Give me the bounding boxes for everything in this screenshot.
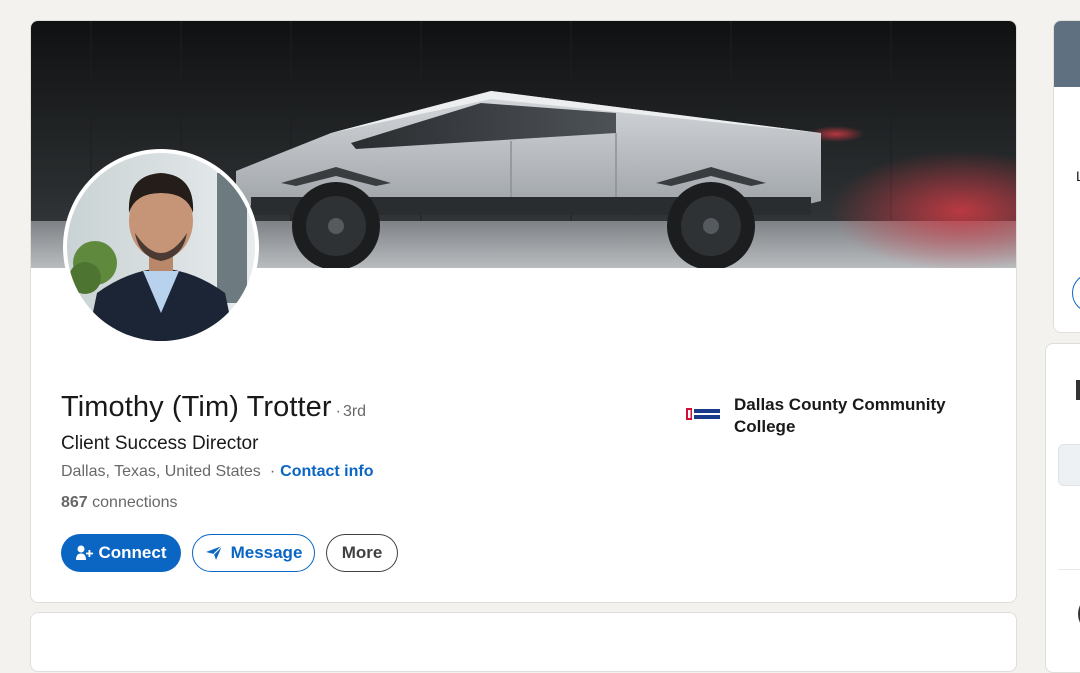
side-card-thumbnail[interactable] xyxy=(1058,444,1080,486)
profile-name: Timothy (Tim) Trotter xyxy=(61,391,332,423)
side-card-bottom xyxy=(1045,343,1080,673)
side-card-text: L xyxy=(1076,168,1080,184)
profile-actions: Connect Message More xyxy=(61,534,398,572)
location-separator: · xyxy=(269,463,276,480)
next-section-card xyxy=(30,612,1017,672)
side-card-top: L xyxy=(1053,20,1080,333)
side-card-heading xyxy=(1076,380,1080,400)
profile-location: Dallas, Texas, United States xyxy=(61,463,261,480)
college-logo xyxy=(686,408,720,420)
contact-info-link[interactable]: Contact info xyxy=(280,463,373,481)
connections-link[interactable]: 867 connections xyxy=(61,494,178,512)
side-card-divider xyxy=(1058,569,1080,570)
connections-label: connections xyxy=(92,494,178,511)
profile-card: Timothy (Tim) Trotter · 3rd Client Succe… xyxy=(30,20,1017,603)
avatar-image xyxy=(67,153,255,341)
connect-label: Connect xyxy=(98,543,167,562)
side-card-banner xyxy=(1054,21,1080,87)
more-button[interactable]: More xyxy=(326,534,398,572)
connection-degree: 3rd xyxy=(342,403,367,420)
profile-headline: Client Success Director xyxy=(61,433,259,454)
degree-separator: · xyxy=(335,403,341,420)
education-entry[interactable]: Dallas County Community College xyxy=(686,394,964,438)
connections-count: 867 xyxy=(61,494,88,511)
message-button[interactable]: Message xyxy=(192,534,315,572)
connect-button[interactable]: Connect xyxy=(61,534,181,572)
paper-plane-icon xyxy=(205,545,223,560)
college-name: Dallas County Community College xyxy=(734,395,946,436)
side-card-button[interactable] xyxy=(1072,273,1080,313)
profile-photo[interactable] xyxy=(63,149,259,345)
add-person-icon xyxy=(75,545,93,560)
message-label: Message xyxy=(230,543,303,562)
